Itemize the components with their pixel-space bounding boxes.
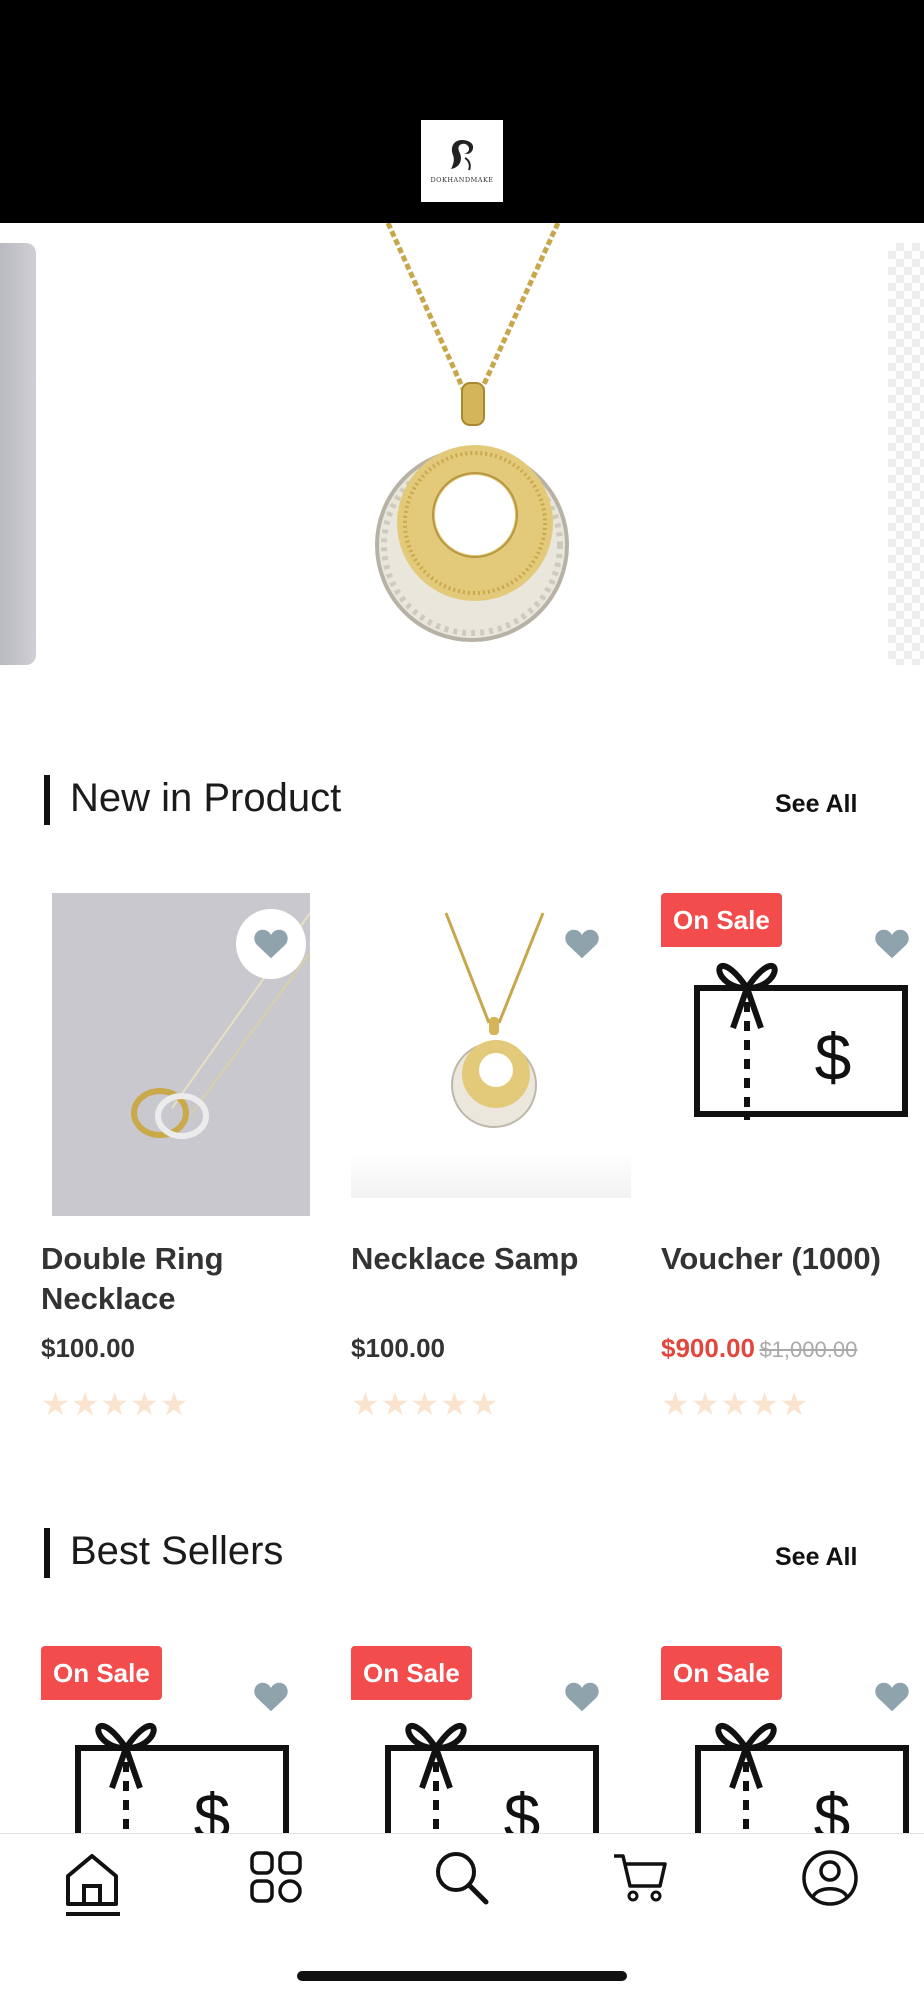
- product-name-line2: Necklace: [41, 1281, 176, 1316]
- sale-price: $900.00: [661, 1333, 755, 1363]
- price-group: $900.00 $1,000.00: [661, 1333, 857, 1364]
- original-price: $1,000.00: [759, 1337, 858, 1362]
- necklace-banner-image: [375, 223, 569, 642]
- hero-banner[interactable]: [0, 223, 924, 690]
- product-name[interactable]: Voucher (1000): [661, 1239, 881, 1279]
- profile-icon: [802, 1850, 858, 1906]
- rating-stars: ★★★★★: [661, 1386, 810, 1422]
- tab-cart[interactable]: [610, 1848, 670, 1908]
- product-name-line1: Double Ring: [41, 1241, 224, 1276]
- section-title-best-sellers: Best Sellers: [70, 1529, 284, 1573]
- svg-text:$: $: [504, 1780, 541, 1833]
- section-title-new-in-product: New in Product: [70, 776, 342, 820]
- product-name[interactable]: Double Ring Necklace: [41, 1239, 224, 1319]
- product-price: $100.00: [351, 1333, 445, 1363]
- categories-icon: [250, 1851, 302, 1903]
- favorite-button[interactable]: [857, 1662, 924, 1732]
- heart-icon: [875, 929, 909, 959]
- svg-text:$: $: [815, 1020, 852, 1094]
- logo-text: DOKHANDMAKE: [430, 176, 494, 184]
- on-sale-badge: On Sale: [661, 1646, 782, 1700]
- rating-stars: ★★★★★: [41, 1386, 190, 1422]
- banner-next-slide[interactable]: [888, 243, 924, 665]
- home-indicator[interactable]: [297, 1971, 627, 1981]
- favorite-button[interactable]: [857, 909, 924, 979]
- cart-icon: [614, 1854, 667, 1902]
- section-accent-bar: [44, 1528, 50, 1578]
- tab-search[interactable]: [432, 1848, 492, 1908]
- favorite-button[interactable]: [547, 1662, 617, 1732]
- tab-home[interactable]: [62, 1848, 122, 1918]
- product-price: $100.00: [41, 1333, 135, 1363]
- on-sale-badge: On Sale: [661, 893, 782, 947]
- favorite-button[interactable]: [236, 909, 306, 979]
- section-accent-bar: [44, 775, 50, 825]
- product-name[interactable]: Necklace Samp: [351, 1239, 578, 1279]
- search-icon: [436, 1852, 489, 1905]
- see-all-new-button[interactable]: See All: [775, 790, 857, 819]
- favorite-button[interactable]: [236, 1662, 306, 1732]
- on-sale-badge: On Sale: [41, 1646, 162, 1700]
- heart-icon: [875, 1682, 909, 1712]
- heart-icon: [565, 929, 599, 959]
- logo-mark-icon: [451, 140, 474, 171]
- svg-text:$: $: [194, 1780, 231, 1833]
- home-icon: [66, 1854, 120, 1916]
- see-all-best-button[interactable]: See All: [775, 1543, 857, 1572]
- on-sale-badge: On Sale: [351, 1646, 472, 1700]
- banner-prev-slide[interactable]: [0, 243, 36, 665]
- favorite-button[interactable]: [547, 909, 617, 979]
- brand-logo[interactable]: DOKHANDMAKE: [421, 120, 503, 202]
- heart-icon: [565, 1682, 599, 1712]
- tab-categories[interactable]: [247, 1848, 307, 1908]
- heart-icon: [254, 1682, 288, 1712]
- tab-profile[interactable]: [800, 1848, 860, 1908]
- heart-icon: [254, 929, 288, 959]
- svg-text:$: $: [814, 1780, 851, 1833]
- rating-stars: ★★★★★: [351, 1386, 500, 1422]
